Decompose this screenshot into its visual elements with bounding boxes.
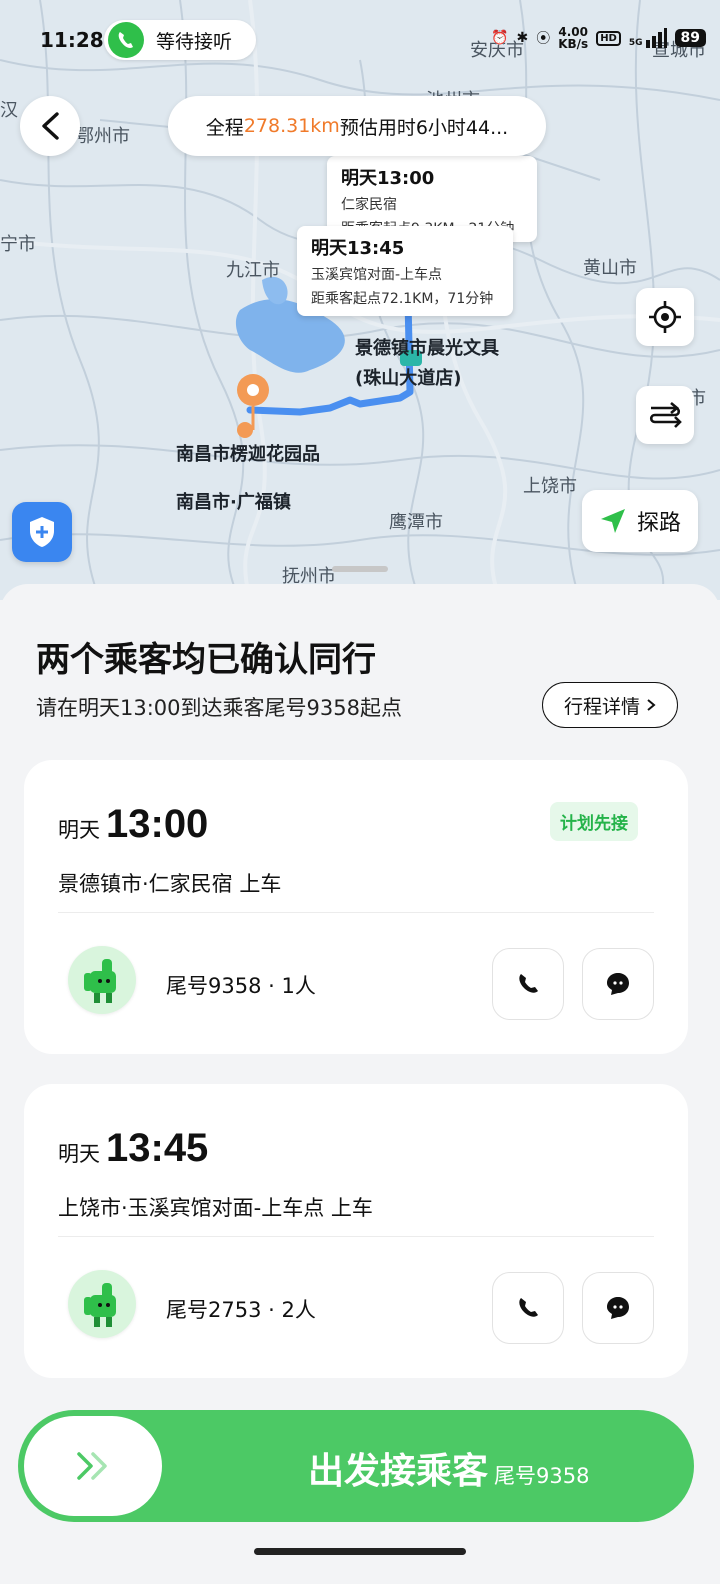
- bubble-2-place: 玉溪宾馆对面-上车点: [311, 267, 443, 283]
- net-speed-unit: KB/s: [558, 37, 589, 51]
- trip-details-label: 行程详情: [563, 695, 640, 718]
- map-origin-label-1: 南昌市楞迦花园品: [176, 444, 320, 465]
- depart-slider[interactable]: 出发接乘客 尾号9358: [18, 1410, 694, 1522]
- message-passenger-button[interactable]: [582, 1272, 654, 1344]
- passenger-card[interactable]: 明天 13:45 上饶市·玉溪宾馆对面-上车点 上车 尾号2753 · 2人: [24, 1084, 688, 1378]
- page-title: 两个乘客均已确认同行: [36, 640, 376, 680]
- shield-icon: [30, 517, 54, 547]
- slider-handle[interactable]: [24, 1416, 162, 1516]
- sheet-drag-handle[interactable]: [332, 566, 388, 572]
- explore-label: 探路: [636, 511, 681, 536]
- bubble-1-place: 仁家民宿: [341, 197, 397, 213]
- status-time: 11:28: [40, 28, 104, 52]
- message-passenger-button[interactable]: [582, 948, 654, 1020]
- map-label-shangrao: 上饶市: [523, 476, 577, 497]
- status-bar: 11:28 等待接听 ⏰ ✱ ⦿ 4.00 KB/s HD 5G 89: [0, 0, 720, 80]
- pickup-day: 明天: [58, 1142, 100, 1166]
- back-button[interactable]: [20, 96, 80, 156]
- pickup-day: 明天: [58, 818, 100, 842]
- pickup-hour-minute: 13:45: [106, 1126, 209, 1170]
- double-chevron-right-icon: [77, 1452, 107, 1480]
- card-divider: [58, 912, 654, 913]
- phone-icon: [108, 22, 144, 58]
- pickup-time: 明天 13:00: [58, 802, 208, 847]
- net-speed: 4.00 KB/s: [558, 26, 588, 50]
- passenger-info: 尾号2753 · 2人: [166, 1298, 316, 1322]
- chat-bubble-icon: [607, 1297, 629, 1319]
- bubble-2-time: 明天13:45: [311, 238, 405, 259]
- map-label-xianning: 宁市: [0, 234, 36, 255]
- swap-route-icon: [649, 402, 682, 428]
- map-label-han: 汉: [0, 100, 18, 121]
- avatar: [68, 1270, 136, 1338]
- summary-prefix: 全程: [205, 116, 244, 139]
- location-icon: ⦿: [536, 31, 551, 47]
- trip-summary: 全程 278.31km 预估用时6小时44...: [168, 96, 546, 156]
- bubble-2-distance: 距乘客起点72.1KM，71分钟: [311, 291, 494, 307]
- chevron-right-icon: [647, 699, 656, 711]
- map-label-ezhou: 鄂州市: [76, 126, 130, 147]
- pickup-time: 明天 13:45: [58, 1126, 208, 1171]
- switch-route-button[interactable]: [636, 386, 694, 444]
- avatar: [68, 946, 136, 1014]
- trip-details-button[interactable]: 行程详情: [542, 682, 678, 728]
- priority-badge: 计划先接: [550, 802, 638, 841]
- pickup-bubble-2[interactable]: 明天13:45 玉溪宾馆对面-上车点 距乘客起点72.1KM，71分钟: [297, 226, 513, 316]
- signal-icon: 5G: [629, 28, 667, 48]
- map-dest-label-line2: (珠山大道店): [355, 368, 462, 389]
- locate-icon: [649, 301, 681, 333]
- network-type: 5G: [628, 38, 643, 48]
- page-subtitle: 请在明天13:00到达乘客尾号9358起点: [36, 696, 402, 720]
- pickup-hour-minute: 13:00: [106, 802, 209, 846]
- battery-level: 89: [674, 29, 706, 47]
- explore-route-button[interactable]: 探路: [582, 490, 698, 552]
- bubble-1-time: 明天13:00: [341, 168, 435, 189]
- depart-label: 出发接乘客: [308, 1451, 489, 1492]
- summary-distance: 278.31km: [243, 115, 340, 137]
- map-view[interactable]: 九江市 黄山市 上饶市 鹰潭市 抚州市 安庆市 池州市 宣城市 汉 鄂州市 宁市…: [0, 0, 720, 600]
- call-passenger-button[interactable]: [492, 1272, 564, 1344]
- alarm-icon: ⏰: [491, 30, 509, 46]
- bluetooth-icon: ✱: [516, 30, 529, 46]
- call-status-text: 等待接听: [156, 30, 233, 53]
- map-origin-label-2: 南昌市·广福镇: [176, 492, 291, 513]
- chevron-left-icon: [42, 112, 59, 140]
- safety-shield-button[interactable]: [12, 502, 72, 562]
- locate-button[interactable]: [636, 288, 694, 346]
- map-label-jiujiang: 九江市: [226, 260, 280, 281]
- passenger-info: 尾号9358 · 1人: [166, 974, 316, 998]
- system-icons: ⏰ ✱ ⦿ 4.00 KB/s HD 5G 89: [491, 26, 706, 50]
- thumbs-up-avatar-icon: [84, 1283, 116, 1327]
- summary-suffix: 预估用时6小时44...: [339, 116, 509, 139]
- map-label-yingtan: 鹰潭市: [389, 512, 443, 533]
- depart-label-group: 出发接乘客 尾号9358: [308, 1442, 589, 1494]
- home-indicator[interactable]: [254, 1548, 466, 1555]
- navigation-arrow-icon: [600, 509, 625, 533]
- call-passenger-button[interactable]: [492, 948, 564, 1020]
- map-dest-label-line1: 景德镇市晨光文具: [355, 338, 499, 359]
- pickup-place: 景德镇市·仁家民宿 上车: [58, 872, 282, 896]
- map-label-huangshan: 黄山市: [583, 258, 637, 279]
- pickup-place: 上饶市·玉溪宾馆对面-上车点 上车: [58, 1196, 373, 1220]
- depart-sub-label: 尾号9358: [494, 1464, 590, 1488]
- card-divider: [58, 1236, 654, 1237]
- hd-badge: HD: [596, 30, 621, 46]
- chat-bubble-icon: [607, 973, 629, 995]
- thumbs-up-avatar-icon: [84, 959, 116, 1003]
- passenger-card[interactable]: 明天 13:00 计划先接 景德镇市·仁家民宿 上车 尾号9358 · 1人: [24, 760, 688, 1054]
- call-status-pill[interactable]: 等待接听: [104, 20, 256, 60]
- phone-icon: [519, 1298, 538, 1317]
- phone-icon: [519, 974, 538, 993]
